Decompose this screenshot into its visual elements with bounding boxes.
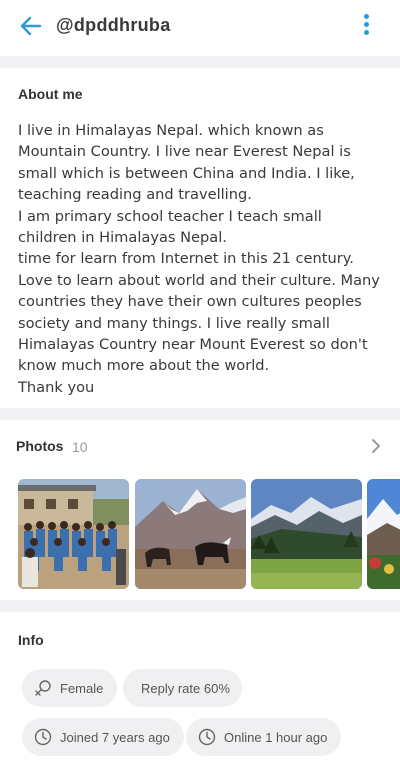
about-title: About me xyxy=(18,86,83,102)
photos-title: Photos xyxy=(16,438,64,454)
back-button[interactable] xyxy=(18,14,44,38)
about-section: About me I live in Himalayas Nepal. whic… xyxy=(0,68,400,408)
gender-chip: Female xyxy=(22,669,118,707)
clock-icon xyxy=(34,728,52,746)
arrow-left-icon xyxy=(20,16,42,36)
photos-see-all-button[interactable] xyxy=(370,438,382,454)
reply-rate-text: Reply rate 60% xyxy=(141,680,230,696)
more-options-button[interactable] xyxy=(362,12,370,38)
profile-username: @dpddhruba xyxy=(56,15,171,35)
top-app-bar: @dpddhruba xyxy=(0,0,400,56)
photos-count: 10 xyxy=(72,439,88,455)
reply-rate-chip: Reply rate 60% xyxy=(123,669,242,707)
joined-text: Joined 7 years ago xyxy=(60,729,170,745)
photo-green-valley[interactable] xyxy=(251,479,362,589)
more-vertical-icon xyxy=(363,14,369,19)
about-text: I live in Himalayas Nepal. which known a… xyxy=(18,122,380,396)
photo-snow-peak[interactable] xyxy=(367,479,400,589)
photo-yaks-mountain[interactable] xyxy=(135,479,246,589)
gender-text: Female xyxy=(60,680,104,696)
photo-strip[interactable] xyxy=(18,479,400,589)
chevron-right-icon xyxy=(372,439,380,453)
info-section: Info Female Reply rate 60% Joined 7 year… xyxy=(0,612,400,774)
gender-icon xyxy=(35,680,51,696)
online-chip: Online 1 hour ago xyxy=(186,718,342,756)
info-title: Info xyxy=(18,632,44,648)
online-text: Online 1 hour ago xyxy=(224,729,328,745)
clock-icon xyxy=(198,728,216,746)
joined-chip: Joined 7 years ago xyxy=(22,718,184,756)
photos-section: Photos 10 xyxy=(0,420,400,600)
photo-school-children[interactable] xyxy=(18,479,129,589)
